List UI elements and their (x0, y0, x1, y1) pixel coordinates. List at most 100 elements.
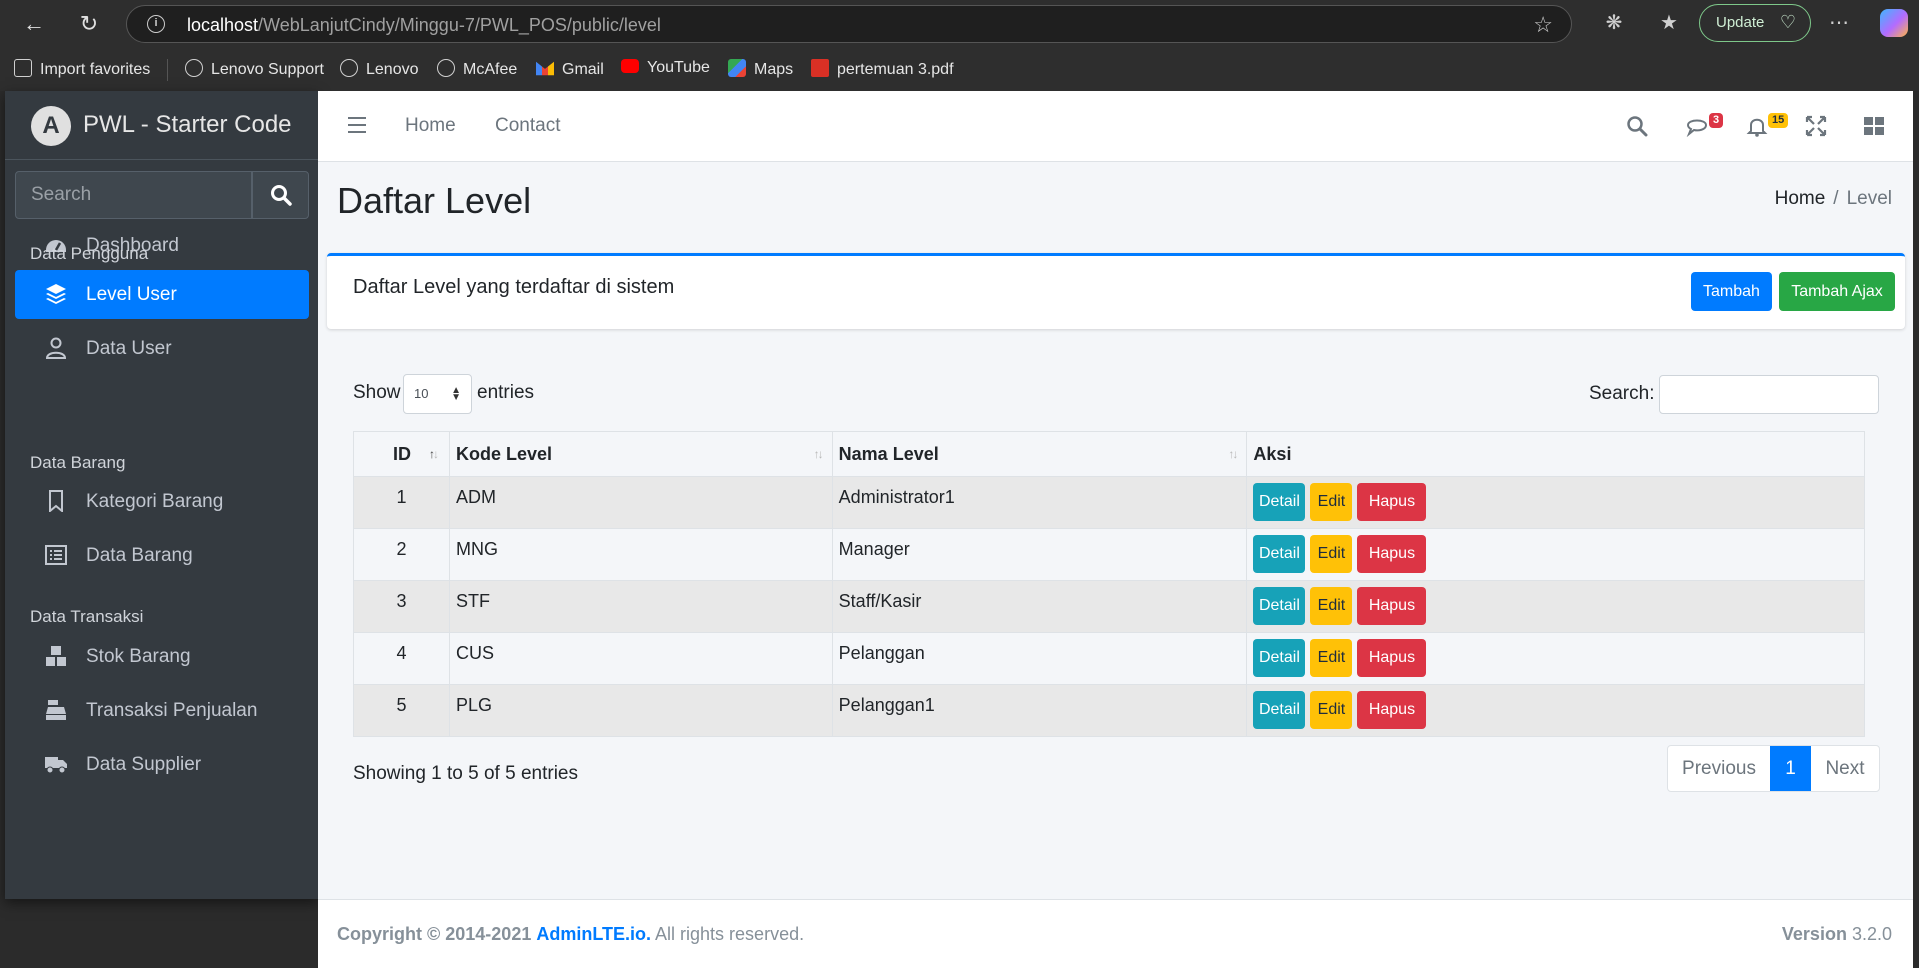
nav-link-contact[interactable]: Contact (495, 115, 560, 137)
breadcrumb: Home / Level (1775, 188, 1892, 210)
hapus-button[interactable]: Hapus (1357, 535, 1427, 573)
pagination-page-1[interactable]: 1 (1770, 746, 1811, 791)
bell-icon[interactable] (1746, 115, 1768, 137)
truck-icon (45, 757, 67, 774)
hamburger-menu-icon[interactable] (348, 117, 366, 133)
hapus-button[interactable]: Hapus (1357, 483, 1427, 521)
edit-button[interactable]: Edit (1310, 483, 1353, 521)
bookmark-lenovo[interactable]: Lenovo (340, 59, 419, 79)
cell-aksi: Detail Edit Hapus (1246, 528, 1865, 581)
hapus-button[interactable]: Hapus (1357, 587, 1427, 625)
cell-aksi: Detail Edit Hapus (1246, 632, 1865, 685)
sidebar-search-input[interactable] (15, 171, 252, 219)
brand-link[interactable]: A PWL - Starter Code (5, 91, 318, 160)
sidebar-search-button[interactable] (252, 171, 309, 219)
cell-aksi: Detail Edit Hapus (1246, 580, 1865, 633)
entries-label: entries (477, 382, 535, 403)
notifications-badge: 15 (1768, 113, 1789, 128)
sort-icon: ↑↓ (428, 447, 439, 461)
sort-caret-icon: ▲ ▼ (451, 385, 461, 403)
address-bar[interactable]: i localhost/WebLanjutCindy/Minggu-7/PWL_… (126, 5, 1572, 43)
detail-button[interactable]: Detail (1253, 535, 1306, 573)
edit-button[interactable]: Edit (1310, 691, 1353, 729)
bookmark-lenovo-support[interactable]: Lenovo Support (185, 59, 324, 79)
bookmark-pdf[interactable]: pertemuan 3.pdf (811, 59, 954, 79)
top-navbar: Home Contact 3 15 (318, 91, 1913, 162)
entries-length-select[interactable]: 10 ▲ ▼ (403, 374, 472, 414)
globe-icon (185, 59, 203, 77)
more-menu-icon[interactable]: ⋯ (1825, 10, 1853, 35)
nav-header-data-transaksi: Data Transaksi (30, 607, 144, 626)
sidebar-item-data-supplier[interactable]: Data Supplier (15, 740, 309, 789)
fullscreen-icon[interactable] (1805, 115, 1827, 137)
favorites-icon[interactable]: ★ (1655, 10, 1683, 35)
sidebar-item-kategori-barang[interactable]: Kategori Barang (15, 477, 309, 526)
gmail-icon (536, 61, 554, 76)
detail-button[interactable]: Detail (1253, 639, 1306, 677)
detail-button[interactable]: Detail (1253, 587, 1306, 625)
level-table: ID ↑↓ Kode Level ↑↓ Nama Level ↑↓ Aksi 1 AD… (353, 431, 1865, 737)
cell-id: 5 (353, 684, 450, 737)
cell-kode: ADM (448, 476, 833, 529)
footer-link-adminlte[interactable]: AdminLTE.io. (536, 924, 651, 944)
table-search-input[interactable] (1659, 375, 1879, 414)
update-button[interactable]: Update ♡ (1699, 4, 1811, 42)
sidebar-search (15, 171, 309, 219)
back-icon[interactable]: ← (18, 8, 50, 40)
browser-toolbar: ← ↻ i localhost/WebLanjutCindy/Minggu-7/… (0, 0, 1919, 91)
refresh-icon[interactable]: ↻ (73, 8, 105, 40)
youtube-icon (621, 59, 639, 73)
sidebar-item-data-user[interactable]: Data User (15, 324, 309, 373)
sidebar-item-stok-barang[interactable]: Stok Barang (15, 632, 309, 681)
site-info-icon[interactable]: i (147, 15, 165, 33)
cell-kode: PLG (448, 684, 833, 737)
nav-header-data-barang: Data Barang (30, 453, 126, 472)
brand-text: PWL - Starter Code (83, 111, 292, 138)
bookmark-import-favorites[interactable]: Import favorites (14, 59, 150, 79)
nav-link-home[interactable]: Home (405, 115, 456, 137)
detail-button[interactable]: Detail (1253, 483, 1306, 521)
card-title: Daftar Level yang terdaftar di sistem (353, 276, 675, 298)
user-icon (45, 337, 67, 359)
cell-nama: Manager (831, 528, 1248, 581)
sidebar-item-level-user[interactable]: Level User (15, 270, 309, 319)
pagination-next[interactable]: Next (1811, 746, 1879, 791)
edit-button[interactable]: Edit (1310, 639, 1353, 677)
cell-id: 4 (353, 632, 450, 685)
column-header-nama-level[interactable]: Nama Level ↑↓ (831, 431, 1248, 477)
breadcrumb-home[interactable]: Home (1775, 188, 1826, 209)
sidebar-item-transaksi-penjualan[interactable]: Transaksi Penjualan (15, 686, 309, 735)
cash-register-icon (46, 700, 66, 720)
tambah-ajax-button[interactable]: Tambah Ajax (1779, 272, 1895, 311)
messages-icon[interactable] (1686, 115, 1708, 137)
cell-aksi: Detail Edit Hapus (1246, 684, 1865, 737)
bookmarks-bar: Import favorites Lenovo Support Lenovo M… (0, 54, 1919, 84)
table-row: 1 ADM Administrator1 Detail Edit Hapus (353, 476, 1865, 529)
bookmark-icon (49, 490, 63, 512)
footer-copyright: Copyright © 2014-2021 AdminLTE.io. All r… (337, 924, 805, 944)
content-wrapper: Home Contact 3 15 Daftar Level Home / Leve… (318, 91, 1913, 968)
sort-icon: ↑↓ (1228, 447, 1238, 461)
copilot-icon[interactable] (1880, 9, 1908, 37)
bookmark-gmail[interactable]: Gmail (536, 59, 604, 79)
edit-button[interactable]: Edit (1310, 535, 1353, 573)
bookmark-mcafee[interactable]: McAfee (437, 59, 517, 79)
sidebar-item-data-barang[interactable]: Data Barang (15, 531, 309, 580)
tambah-button[interactable]: Tambah (1691, 272, 1772, 311)
favorite-star-icon[interactable]: ☆ (1533, 12, 1553, 38)
page-title: Daftar Level (337, 180, 532, 221)
hapus-button[interactable]: Hapus (1357, 639, 1427, 677)
detail-button[interactable]: Detail (1253, 691, 1306, 729)
bookmark-maps[interactable]: Maps (728, 59, 793, 79)
pagination-previous[interactable]: Previous (1668, 746, 1770, 791)
search-icon[interactable] (1626, 115, 1648, 137)
hapus-button[interactable]: Hapus (1357, 691, 1427, 729)
list-icon (45, 545, 67, 565)
edit-button[interactable]: Edit (1310, 587, 1353, 625)
control-sidebar-icon[interactable] (1863, 115, 1885, 137)
bookmark-youtube[interactable]: YouTube (621, 59, 710, 77)
column-header-id[interactable]: ID ↑↓ (353, 431, 450, 477)
breadcrumb-separator: / (1833, 188, 1839, 209)
column-header-kode-level[interactable]: Kode Level ↑↓ (448, 431, 833, 477)
extensions-icon[interactable]: ❋ (1600, 10, 1628, 35)
